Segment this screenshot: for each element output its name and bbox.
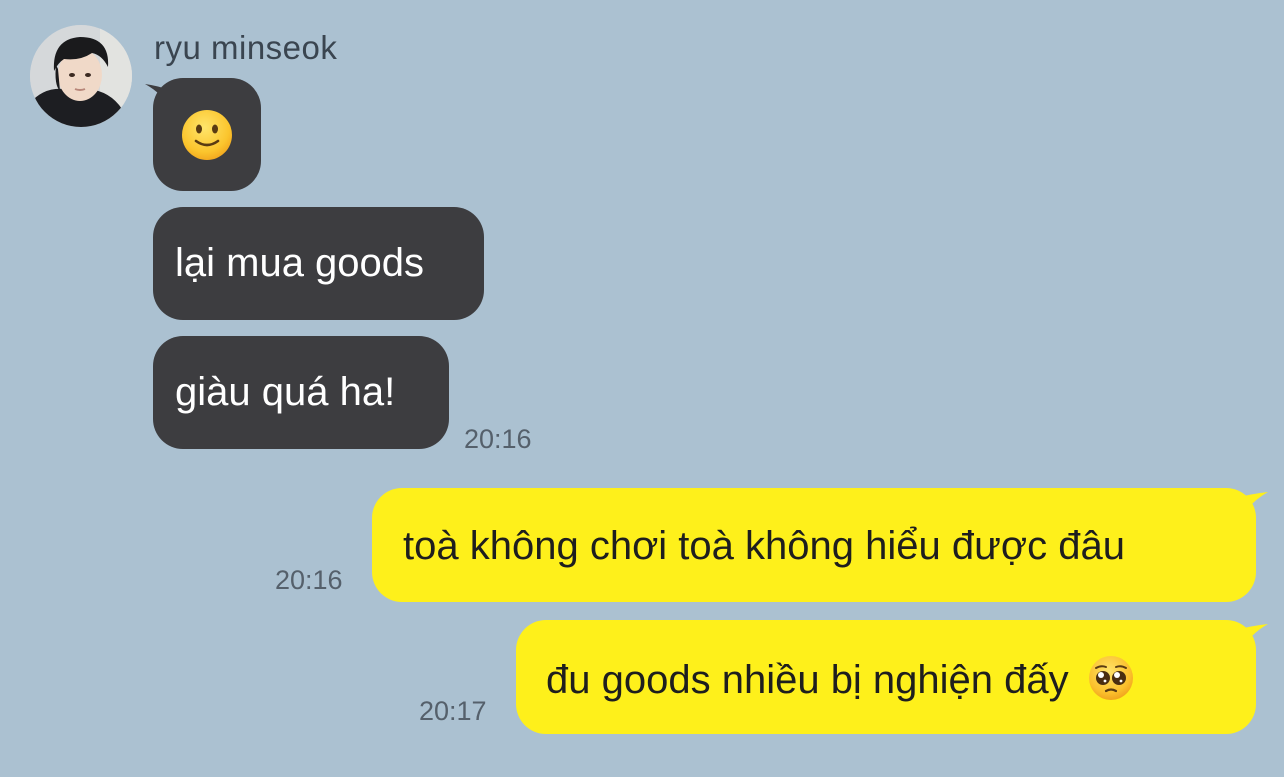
pleading-face-emoji-icon	[1088, 656, 1133, 700]
profile-photo-icon	[30, 25, 132, 127]
sender-avatar[interactable]	[30, 25, 132, 127]
incoming-message[interactable]: giàu quá ha!	[153, 336, 449, 449]
chat-room: ryu minseok lại mua goods giàu quá ha! 2…	[0, 0, 1284, 777]
message-text: đu goods nhiều bị nghiện đấy	[546, 658, 1069, 702]
message-text: toà không chơi toà không hiểu được đâu	[403, 524, 1125, 568]
slightly-smiling-face-emoji-icon	[182, 109, 232, 160]
message-timestamp: 20:16	[464, 424, 532, 454]
message-timestamp: 20:16	[275, 565, 343, 595]
incoming-message[interactable]: lại mua goods	[153, 207, 484, 320]
outgoing-message[interactable]: đu goods nhiều bị nghiện đấy	[516, 620, 1256, 734]
incoming-message-emoji[interactable]	[153, 78, 261, 191]
message-text: giàu quá ha!	[175, 370, 396, 414]
message-text: lại mua goods	[175, 241, 425, 285]
sender-name: ryu minseok	[154, 29, 338, 66]
message-timestamp: 20:17	[419, 696, 487, 726]
outgoing-message[interactable]: toà không chơi toà không hiểu được đâu	[372, 488, 1256, 602]
